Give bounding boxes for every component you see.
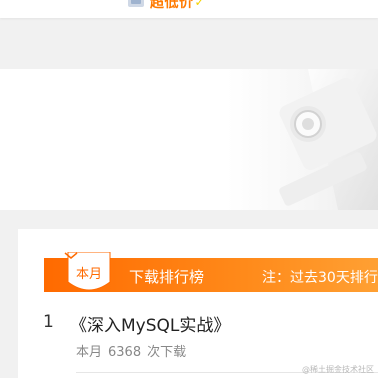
book-title-link[interactable]: 《深入MySQL实战》: [70, 311, 230, 336]
item-rank-number: 1: [43, 312, 54, 332]
chevron-down-icon: [64, 252, 78, 259]
promo-text: 超低价: [150, 0, 194, 11]
promo-link[interactable]: 超低价 ✓: [126, 0, 205, 12]
watermark: @稀土掘金技术社区: [302, 365, 374, 374]
download-meta: 本月 6368 次下载: [76, 341, 192, 360]
promo-sparkle-icon: ✓: [194, 0, 205, 9]
price-tag-icon: [128, 0, 144, 7]
meta-count: 6368: [108, 345, 142, 360]
ranking-note: 注：过去30天排行: [262, 270, 378, 286]
ranking-title: 下载排行榜: [129, 268, 205, 286]
top-header: 超低价 ✓: [0, 0, 378, 18]
page: 超低价 ✓ 本月 下载排行榜 注：过去30天排行 1 《深入MySQL实战》 本…: [0, 0, 378, 378]
badge-label: 本月: [75, 267, 102, 282]
lens-decoration: [279, 69, 378, 210]
meta-period: 本月: [76, 345, 103, 360]
period-badge[interactable]: 本月: [64, 252, 114, 296]
meta-suffix: 次下载: [147, 345, 187, 360]
banner[interactable]: [0, 69, 378, 210]
